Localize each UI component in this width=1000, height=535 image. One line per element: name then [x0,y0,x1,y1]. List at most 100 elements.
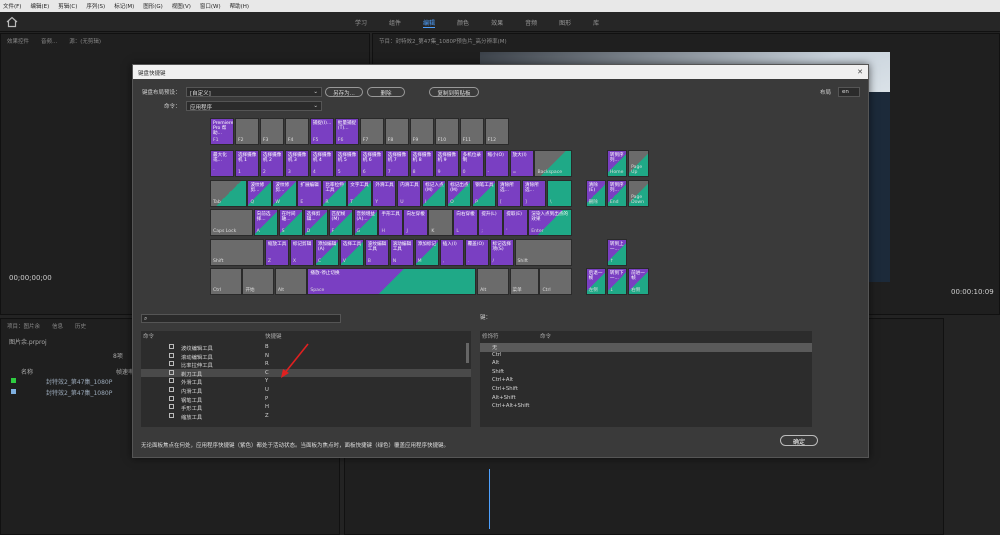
key-f8[interactable]: F8 [384,118,409,145]
key-n[interactable]: 滚动编辑工具 N [389,238,414,266]
key-p[interactable]: 钢笔工具 P [472,179,497,207]
search-input[interactable]: ⌕ [141,314,341,323]
key-f2[interactable]: F2 [234,118,260,145]
command-select[interactable]: 应用程序 ⌄ [186,101,322,111]
menu-sequence[interactable]: 序列(S) [86,2,105,10]
key-e[interactable]: 扩展编辑 E [297,179,322,207]
key-b[interactable]: 波纹编辑工具 B [364,238,389,266]
key-menu[interactable]: 菜单 [509,267,539,295]
key-r[interactable]: 比率拉伸工具 R [322,179,347,207]
key-right[interactable]: 前进一帧 右侧 [628,267,649,295]
key-t[interactable]: 文字工具 T [347,179,372,207]
menu-window[interactable]: 窗口(W) [200,2,221,10]
menu-marker[interactable]: 标记(M) [114,2,134,10]
ok-button[interactable]: 确定 [780,435,818,446]
key-z[interactable]: 缩放工具 Z [264,238,290,266]
key-comma[interactable]: 插入(I), [439,238,464,266]
menu-file[interactable]: 文件(F) [3,2,21,10]
key-a[interactable]: 向前选择... A [253,209,278,237]
tab-color[interactable]: 颜色 [457,18,469,28]
key-f3[interactable]: F3 [259,118,285,145]
key-enter[interactable]: 渲染入点到出点的效果 Enter [528,209,573,237]
key-n8[interactable]: 选择摄像机 8 8 [409,150,434,178]
tab-libraries[interactable]: 库 [593,18,599,28]
command-row-item[interactable]: 手形工具 H [141,403,471,412]
key-f9[interactable]: F9 [409,118,434,145]
tab-source[interactable]: 源：(无剪辑) [69,37,101,45]
key-n7[interactable]: 选择摄像机 7 7 [384,150,409,178]
key-lshift[interactable]: Shift [210,238,265,266]
key-tab[interactable]: Tab [210,179,247,207]
key-m[interactable]: 添加标记 M [414,238,439,266]
command-shortcut[interactable]: P [265,396,268,402]
key-n1[interactable]: 选择摄像机 1 1 [234,150,260,178]
tab-project[interactable]: 项目：图片余 [7,322,40,330]
key-semi[interactable]: 提升(L); [478,209,503,237]
tab-audio-mixer[interactable]: 音频... [41,37,57,45]
tab-assembly[interactable]: 组件 [389,18,401,28]
key-k[interactable]: K [428,209,453,237]
command-row-item[interactable]: 钢笔工具 P [141,395,471,404]
command-shortcut[interactable]: U [265,387,269,393]
key-rbr[interactable]: 清除所选...] [522,179,547,207]
key-up[interactable]: 转到上一... ↑ [606,238,628,266]
command-row-item[interactable]: 缩放工具 Z [141,412,471,421]
key-home[interactable]: 转到序列... Home [606,150,628,178]
command-row-item[interactable]: 内滑工具 U [141,386,471,395]
key-h[interactable]: 手形工具 H [378,209,403,237]
key-u[interactable]: 内滑工具 U [397,179,422,207]
modifier-header[interactable]: 修饰符 [482,332,499,340]
command-shortcut[interactable]: R [265,361,269,367]
menu-view[interactable]: 视图(V) [172,2,191,10]
key-space[interactable]: 播放-停止切换 Space [307,267,477,295]
key-period[interactable]: 覆盖(O). [464,238,489,266]
key-down[interactable]: 转到下一... ↓ [606,267,628,295]
modifier-row[interactable]: Shift [480,369,812,378]
key-f11[interactable]: F11 [459,118,484,145]
key-g[interactable]: 音频增益(A)... G [353,209,378,237]
layout-select[interactable]: en [838,87,860,97]
key-f12[interactable]: F12 [484,118,509,145]
key-n9[interactable]: 选择摄像机 9 9 [434,150,459,178]
modifier-row[interactable]: Alt+Shift [480,395,812,404]
menu-clip[interactable]: 剪辑(C) [58,2,77,10]
key-y[interactable]: 外滑工具 Y [372,179,397,207]
key-caps[interactable]: Caps Lock [210,209,253,237]
home-icon[interactable] [6,16,18,28]
key-f1[interactable]: Premiere Pro 帮助... F1 [210,118,235,145]
delete-button[interactable]: 删除 [367,87,405,97]
preset-select[interactable]: [自定义] ⌄ [186,87,322,97]
key-grave[interactable]: 最大化或... ` [210,150,235,178]
key-win[interactable]: 开始 [242,267,275,295]
modifier-row[interactable]: 无 [480,343,812,352]
scrollbar[interactable] [466,343,469,363]
key-quote[interactable]: 提取(E) ' [503,209,528,237]
tab-editing[interactable]: 编辑 [423,18,436,28]
key-q[interactable]: 波纹修剪... Q [247,179,272,207]
project-col-name[interactable]: 名称 [21,367,33,376]
modifier-row[interactable]: Ctrl+Shift [480,386,812,395]
key-f5[interactable]: 捕捉(I)... F5 [309,118,335,145]
key-o[interactable]: 标记出点(M) O [447,179,472,207]
key-n5[interactable]: 选择摄像机 5 5 [334,150,360,178]
playhead[interactable] [489,469,490,529]
key-rctrl[interactable]: Ctrl [539,267,573,295]
key-n3[interactable]: 选择摄像机 3 3 [284,150,310,178]
key-f6[interactable]: 批量捕捉(T)... F6 [334,118,360,145]
tab-learning[interactable]: 学习 [355,18,367,28]
command-shortcut[interactable]: B [265,344,269,350]
key-left[interactable]: 后退一帧 左侧 [585,267,607,295]
command-shortcut[interactable]: H [265,404,269,410]
key-end[interactable]: 转到序列... End [606,179,628,207]
key-n0[interactable]: 多机位录制 0 [459,150,484,178]
key-f[interactable]: 匹配帧(M) F [328,209,353,237]
menu-help[interactable]: 帮助(H) [230,2,249,10]
command-shortcut[interactable]: Y [265,378,268,384]
shortcut-header[interactable]: 快捷键 [265,332,282,340]
key-bslash[interactable]: \ [546,179,573,207]
key-j[interactable]: 向左穿梭 J [403,209,428,237]
key-pgdn[interactable]: Page Down [628,179,649,207]
tab-graphics[interactable]: 图形 [559,18,571,28]
key-pgup[interactable]: Page Up [628,150,649,178]
key-w[interactable]: 波纹修剪... W [272,179,297,207]
